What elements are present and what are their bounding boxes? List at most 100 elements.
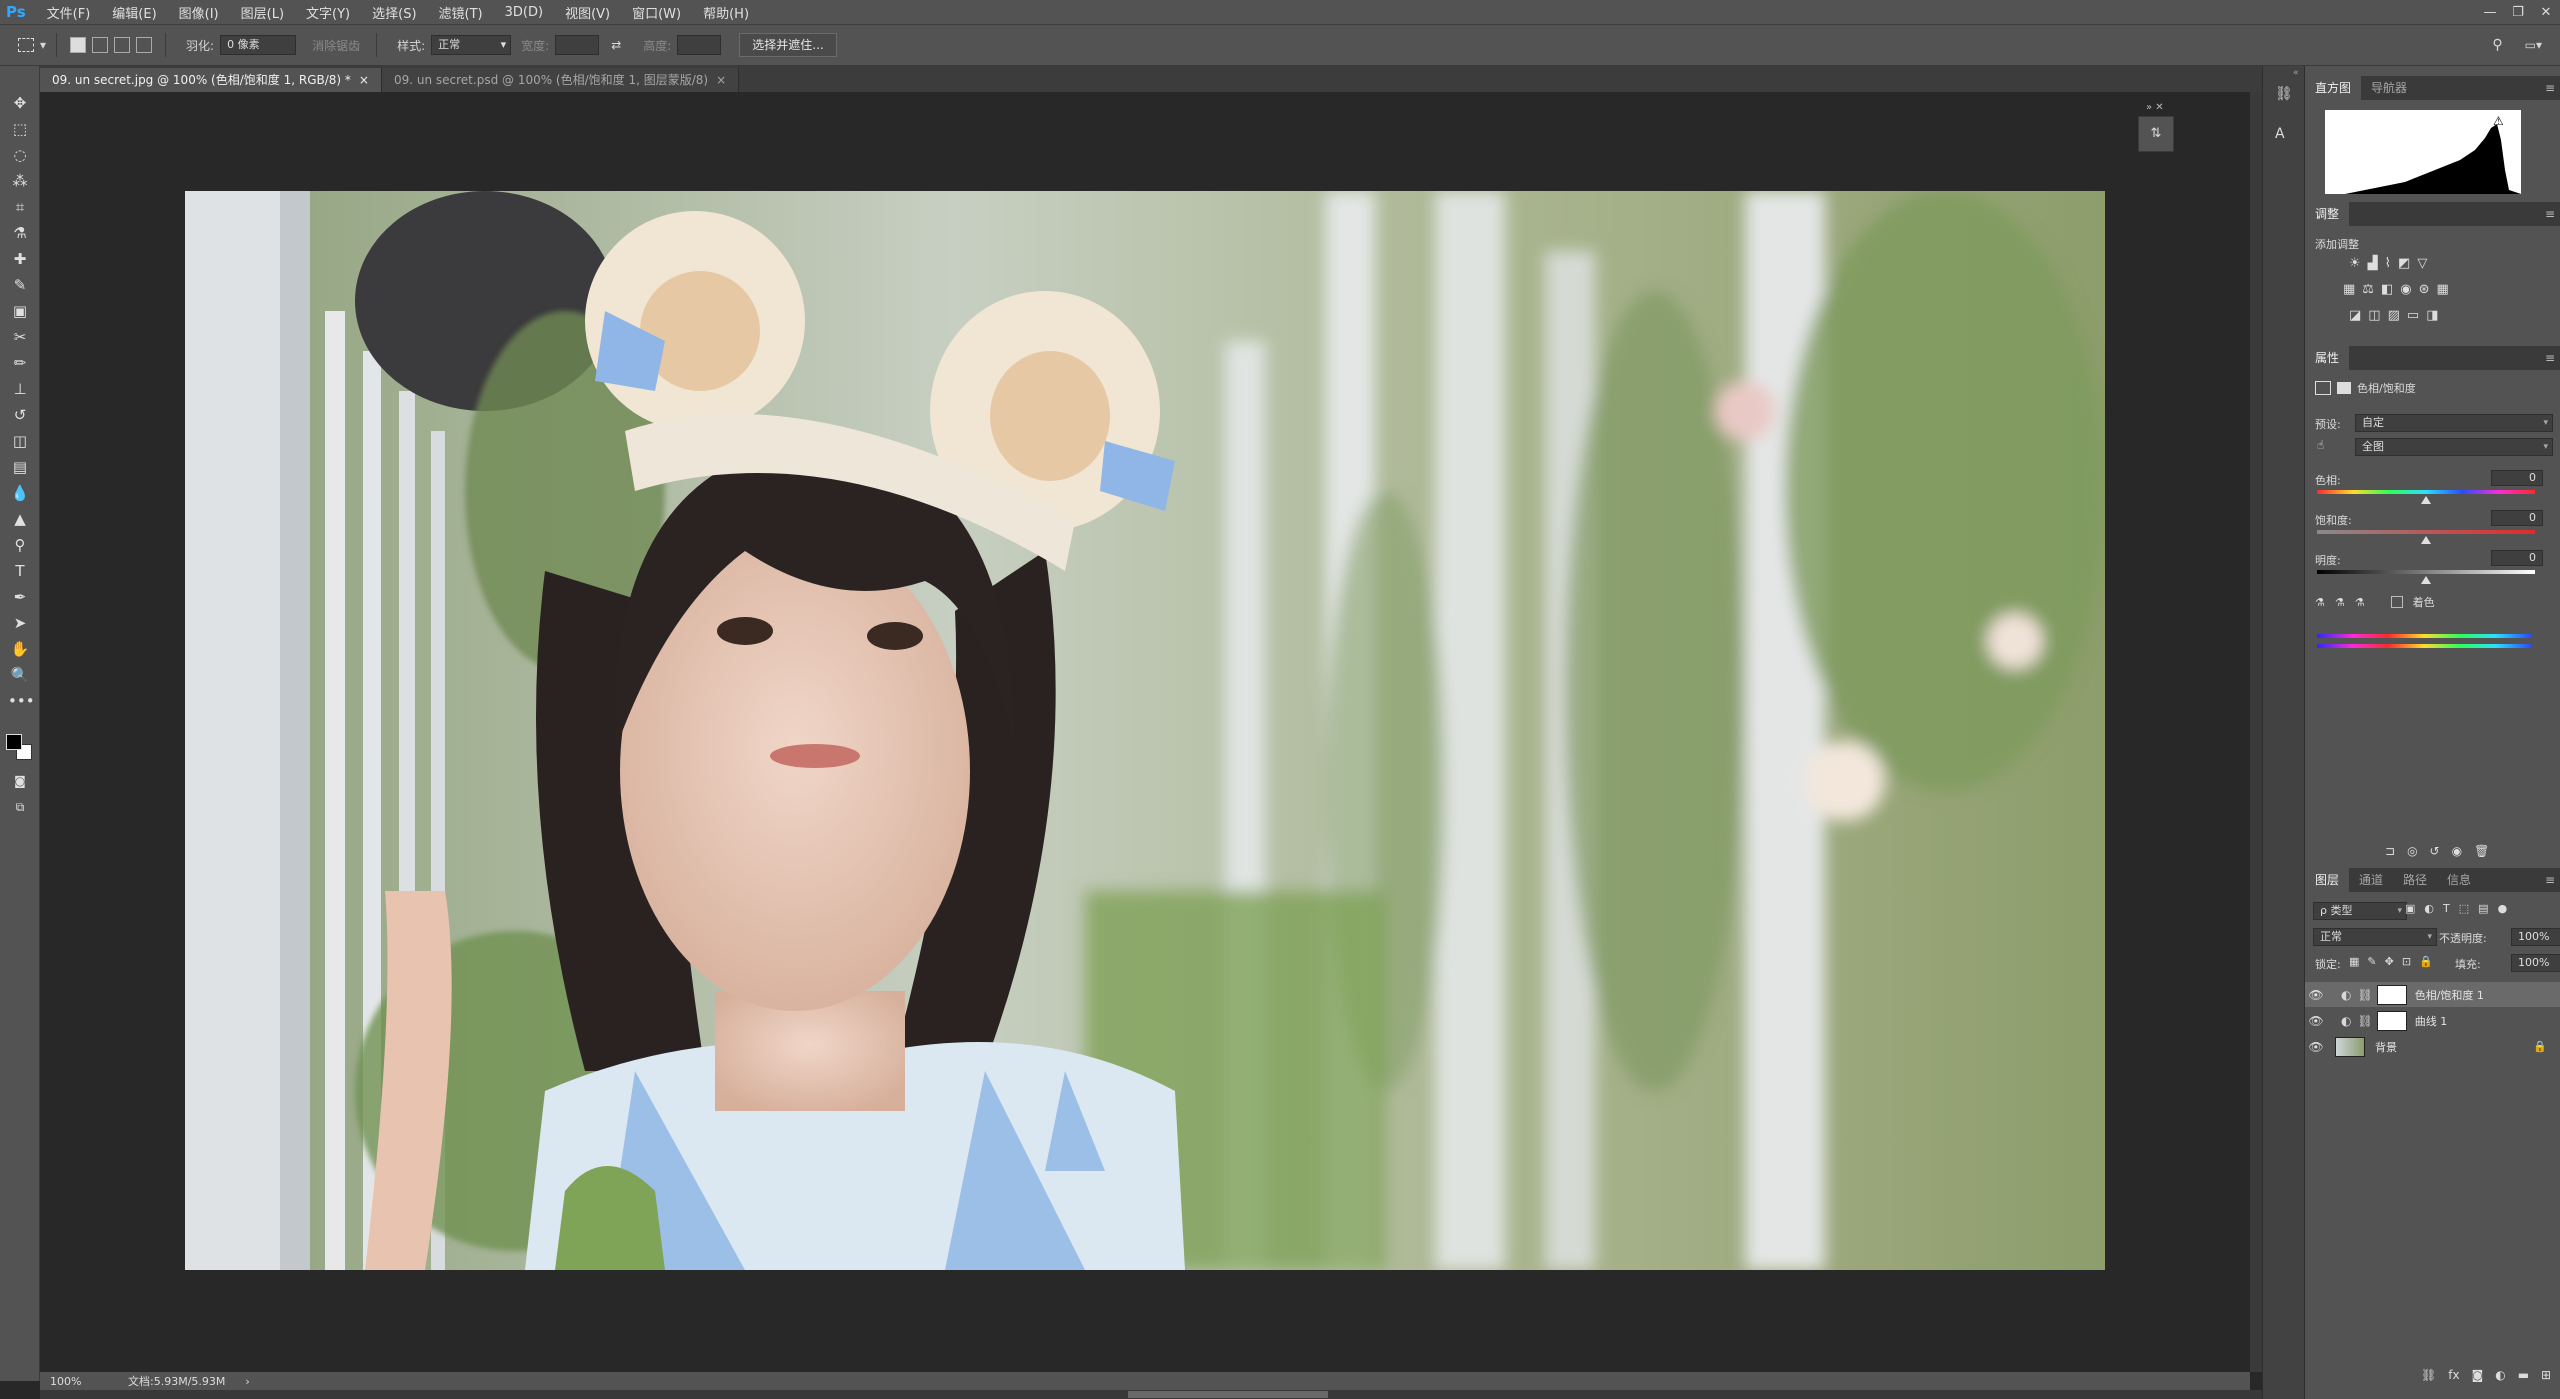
layer-name[interactable]: 背景 — [2375, 1039, 2533, 1055]
foreground-color-swatch[interactable] — [6, 734, 22, 750]
pen-tool-icon[interactable]: ✒ — [8, 586, 32, 608]
panel-menu-icon[interactable]: ≡ — [2545, 351, 2555, 365]
colorize-checkbox[interactable] — [2390, 596, 2403, 608]
type-filter-icon[interactable]: T — [2443, 902, 2450, 915]
fill-input[interactable]: 100% — [2511, 954, 2560, 972]
hue-slider-thumb[interactable] — [2421, 496, 2431, 504]
menu-window[interactable]: 窗口(W) — [621, 3, 692, 22]
feather-input[interactable]: 0 像素 — [220, 35, 297, 55]
document-image[interactable] — [185, 191, 2105, 1270]
menu-image[interactable]: 图像(I) — [168, 3, 230, 22]
close-tab-icon[interactable]: × — [359, 73, 369, 87]
lightness-slider-thumb[interactable] — [2421, 576, 2431, 584]
clip-layer-icon[interactable]: ⊐ — [2385, 844, 2395, 858]
marquee-tool-icon[interactable]: ⬚ — [8, 118, 32, 140]
workspace-icon[interactable]: ▭▾ — [2525, 38, 2542, 52]
color-lookup-icon[interactable]: ▦ — [2437, 282, 2449, 297]
more-tools-icon[interactable]: ••• — [8, 690, 35, 712]
panel-menu-icon[interactable]: ≡ — [2545, 81, 2555, 95]
lock-transparent-icon[interactable]: ▦ — [2349, 955, 2359, 968]
visibility-icon[interactable]: 👁 — [2305, 1014, 2327, 1028]
hue-value[interactable]: 0 — [2491, 470, 2543, 486]
posterize-icon[interactable]: ◫ — [2368, 308, 2380, 323]
eyedropper-minus-icon[interactable]: ⚗ — [2355, 596, 2365, 609]
panel-menu-icon[interactable]: ≡ — [2545, 207, 2555, 221]
fx-icon[interactable]: fx — [2448, 1368, 2459, 1382]
tab-histogram[interactable]: 直方图 — [2305, 76, 2362, 100]
warning-icon[interactable]: ⚠ — [2493, 114, 2504, 128]
view-previous-icon[interactable]: ◎ — [2407, 844, 2417, 858]
visibility-icon[interactable]: ◉ — [2452, 844, 2462, 858]
tab-secret-psd[interactable]: 09. un secret.psd @ 100% (色相/饱和度 1, 图层蒙版… — [381, 68, 740, 92]
new-layer-icon[interactable]: ⊞ — [2541, 1368, 2551, 1382]
chevron-down-icon[interactable]: ▾ — [40, 38, 46, 52]
pixel-filter-icon[interactable]: ▣ — [2405, 902, 2415, 915]
color-balance-icon[interactable]: ⚖ — [2362, 282, 2374, 297]
menu-help[interactable]: 帮助(H) — [692, 3, 760, 22]
frame-tool-icon[interactable]: ▣ — [8, 300, 32, 322]
status-arrow-icon[interactable]: › — [245, 1375, 249, 1388]
style-select[interactable]: 正常 ▾ — [431, 35, 512, 55]
levels-icon[interactable]: ▟ — [2368, 256, 2378, 271]
type-tool-icon[interactable]: T — [8, 560, 32, 582]
menu-type[interactable]: 文字(Y) — [295, 3, 361, 22]
tab-secret-jpg[interactable]: 09. un secret.jpg @ 100% (色相/饱和度 1, RGB/… — [40, 68, 382, 92]
select-and-mask-button[interactable]: 选择并遮住... — [739, 33, 837, 57]
clone-stamp-icon[interactable]: ⊥ — [8, 378, 32, 400]
path-selection-icon[interactable]: ➤ — [8, 612, 32, 634]
character-panel-icon[interactable]: A — [2275, 126, 2285, 142]
black-white-icon[interactable]: ◧ — [2381, 282, 2393, 297]
blend-mode-select[interactable]: 正常 ▾ — [2313, 928, 2437, 946]
eraser-tool-icon[interactable]: ◫ — [8, 430, 32, 452]
visibility-icon[interactable]: 👁 — [2305, 1040, 2327, 1054]
adjustment-icon[interactable] — [2315, 381, 2331, 395]
layer-row[interactable]: 👁 ◐ ⛓ 曲线 1 — [2305, 1008, 2560, 1033]
menu-layer[interactable]: 图层(L) — [230, 3, 295, 22]
gradient-map-icon[interactable]: ▭ — [2407, 308, 2419, 323]
preset-select[interactable]: 自定 ▾ — [2355, 414, 2553, 432]
close-tab-icon[interactable]: × — [716, 73, 726, 87]
magic-wand-icon[interactable]: ⁂ — [8, 170, 32, 192]
menu-file[interactable]: 文件(F) — [36, 3, 102, 22]
blur-tool-icon[interactable]: 💧 — [8, 482, 32, 504]
collapse-icon[interactable]: » ✕ — [2146, 102, 2164, 113]
saturation-slider[interactable] — [2317, 530, 2535, 534]
eyedropper-tool-icon[interactable]: ⚗ — [8, 222, 32, 244]
channel-mixer-icon[interactable]: ⊛ — [2419, 282, 2430, 297]
lasso-tool-icon[interactable]: ◌ — [8, 144, 32, 166]
screen-mode-icon[interactable]: ⧉ — [8, 796, 32, 818]
scroll-thumb[interactable] — [1128, 1391, 1328, 1398]
quick-mask-icon[interactable]: ◙ — [8, 770, 32, 792]
hue-saturation-icon[interactable]: ▦ — [2343, 282, 2355, 297]
layer-row[interactable]: 👁 背景 🔒 — [2305, 1034, 2560, 1059]
height-input[interactable] — [677, 35, 722, 55]
floating-panel-icon[interactable]: ⇅ — [2138, 116, 2174, 152]
antialias-checkbox[interactable]: 消除锯齿 — [312, 37, 360, 54]
reset-icon[interactable]: ↺ — [2430, 844, 2440, 858]
restore-button[interactable]: ❐ — [2504, 5, 2532, 20]
link-icon[interactable]: ⛓ — [2357, 1014, 2372, 1028]
threshold-icon[interactable]: ▨ — [2388, 308, 2400, 323]
lightness-value[interactable]: 0 — [2491, 550, 2543, 566]
tab-paths[interactable]: 路径 — [2393, 868, 2437, 892]
menu-view[interactable]: 视图(V) — [554, 3, 621, 22]
visibility-icon[interactable]: 👁 — [2305, 988, 2327, 1002]
crop-tool-icon[interactable]: ⌗ — [8, 196, 32, 218]
layer-thumbnail[interactable] — [2335, 1036, 2365, 1057]
zoom-tool-icon[interactable]: 🔍 — [8, 664, 32, 686]
new-adjustment-icon[interactable]: ◐ — [2495, 1368, 2505, 1382]
minimize-button[interactable]: — — [2476, 5, 2504, 20]
lightness-slider[interactable] — [2317, 570, 2535, 574]
menu-select[interactable]: 选择(S) — [361, 3, 427, 22]
new-selection-icon[interactable] — [70, 37, 87, 53]
menu-edit[interactable]: 编辑(E) — [101, 3, 167, 22]
shape-filter-icon[interactable]: ⬚ — [2459, 902, 2469, 915]
layer-mask-thumbnail[interactable] — [2376, 984, 2407, 1005]
hand-tool-icon[interactable]: ✋ — [8, 638, 32, 660]
close-window-button[interactable]: ✕ — [2532, 5, 2560, 20]
link-layers-icon[interactable]: ⛓ — [2421, 1368, 2436, 1382]
marquee-tool-icon[interactable] — [18, 38, 34, 52]
subtract-selection-icon[interactable] — [114, 37, 131, 53]
layer-mask-thumbnail[interactable] — [2376, 1010, 2407, 1031]
lock-all-icon[interactable]: 🔒 — [2419, 955, 2433, 968]
